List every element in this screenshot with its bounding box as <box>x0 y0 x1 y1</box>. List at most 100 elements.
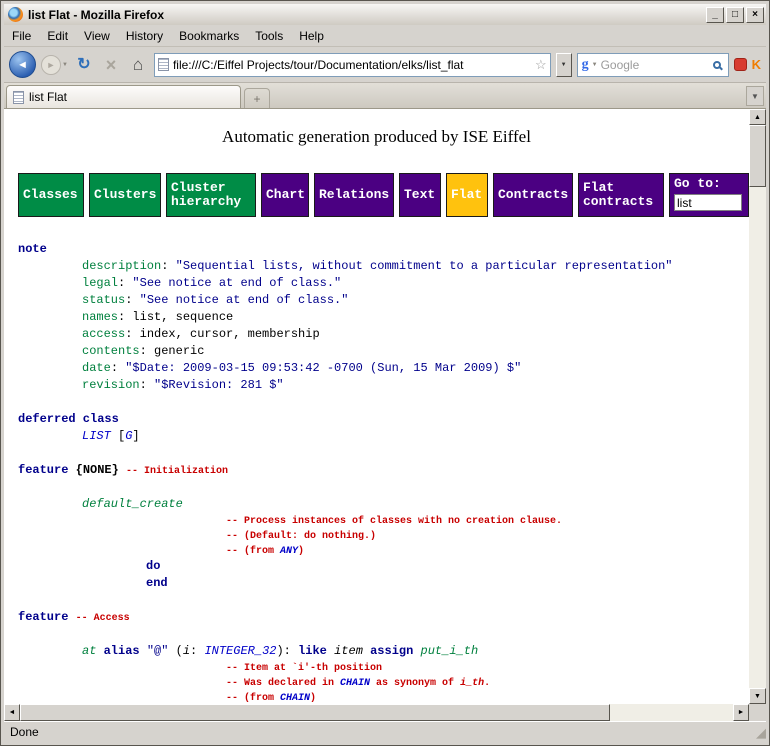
google-logo-icon: g <box>582 58 589 72</box>
back-icon: ◄ <box>17 59 28 71</box>
content-area: Automatic generation produced by ISE Eif… <box>4 109 766 704</box>
page-icon <box>158 58 169 71</box>
titlebar: list Flat - Mozilla Firefox _ □ × <box>4 4 766 25</box>
code-line: contents: generic <box>18 343 749 360</box>
doc-button-flat[interactable]: Flat <box>446 173 488 217</box>
eiffel-source: notedescription: "Sequential lists, with… <box>18 241 749 704</box>
url-dropdown-button[interactable]: ▼ <box>556 53 572 77</box>
scroll-right-button[interactable]: ► <box>733 704 749 721</box>
doc-button-cluster-hierarchy[interactable]: Cluster hierarchy <box>166 173 256 217</box>
code-line <box>18 445 749 462</box>
doc-button-classes[interactable]: Classes <box>18 173 84 217</box>
doc-button-chart[interactable]: Chart <box>261 173 309 217</box>
page-content: Automatic generation produced by ISE Eif… <box>4 109 749 704</box>
url-text[interactable]: file:///C:/Eiffel Projects/tour/Document… <box>173 58 531 72</box>
goto-input[interactable] <box>674 194 742 211</box>
close-button[interactable]: × <box>746 7 764 23</box>
minimize-button[interactable]: _ <box>706 7 724 23</box>
status-bar: Done ◢ <box>4 721 766 742</box>
menu-help[interactable]: Help <box>291 25 332 47</box>
new-tab-button[interactable]: + <box>244 88 270 108</box>
code-line <box>18 394 749 411</box>
code-line: description: "Sequential lists, without … <box>18 258 749 275</box>
forward-group: ► ▼ <box>41 55 68 75</box>
scroll-up-button[interactable]: ▲ <box>749 109 766 125</box>
tab-favicon <box>13 91 24 104</box>
code-line: default_create <box>18 496 749 513</box>
search-input[interactable]: Google <box>601 58 710 72</box>
code-line: legal: "See notice at end of class." <box>18 275 749 292</box>
vertical-scrollbar[interactable]: ▲ ▼ <box>749 109 766 704</box>
history-dropdown-icon[interactable]: ▼ <box>61 62 68 68</box>
doc-nav-buttons: ClassesClustersCluster hierarchyChartRel… <box>18 173 749 217</box>
code-line: status: "See notice at end of class." <box>18 292 749 309</box>
code-line: revision: "$Revision: 281 $" <box>18 377 749 394</box>
firefox-logo-icon <box>8 7 23 22</box>
menu-file[interactable]: File <box>4 25 39 47</box>
code-line: -- Item at `i'-th position <box>18 660 749 675</box>
code-line: note <box>18 241 749 258</box>
tab-label: list Flat <box>29 90 67 104</box>
code-line: -- Was declared in CHAIN as synonym of i… <box>18 675 749 690</box>
scroll-down-button[interactable]: ▼ <box>749 688 766 704</box>
tab-list-flat[interactable]: list Flat <box>6 85 241 108</box>
menu-view[interactable]: View <box>76 25 118 47</box>
code-line: feature {NONE} -- Initialization <box>18 462 749 479</box>
goto-label: Go to: <box>674 176 744 192</box>
forward-button[interactable]: ► <box>41 55 61 75</box>
doc-button-relations[interactable]: Relations <box>314 173 394 217</box>
horizontal-scrollbar[interactable]: ◄ ► <box>4 704 749 721</box>
code-line <box>18 479 749 496</box>
code-line: end <box>18 575 749 592</box>
url-bar[interactable]: file:///C:/Eiffel Projects/tour/Document… <box>154 53 551 77</box>
horizontal-scrollbar-thumb[interactable] <box>20 704 610 721</box>
menu-edit[interactable]: Edit <box>39 25 76 47</box>
scroll-left-button[interactable]: ◄ <box>4 704 20 721</box>
code-line <box>18 592 749 609</box>
code-line: feature -- Access <box>18 609 749 626</box>
search-box[interactable]: g ▼ Google <box>577 53 729 77</box>
scrollbar-corner <box>749 704 766 721</box>
refresh-button[interactable]: ↻ <box>73 54 95 76</box>
maximize-button[interactable]: □ <box>726 7 744 23</box>
firefox-window: list Flat - Mozilla Firefox _ □ × FileEd… <box>0 0 770 746</box>
code-line: -- (from ANY) <box>18 543 749 558</box>
doc-button-text[interactable]: Text <box>399 173 441 217</box>
addon-icon-k[interactable]: K <box>752 58 761 71</box>
tab-bar: list Flat + ▼ <box>4 83 766 109</box>
bookmark-star-icon[interactable]: ☆ <box>535 57 547 73</box>
addon-icon-red[interactable] <box>734 58 747 71</box>
menu-history[interactable]: History <box>118 25 171 47</box>
code-line: deferred class <box>18 411 749 428</box>
back-button[interactable]: ◄ <box>9 51 36 78</box>
stop-button[interactable]: × <box>100 54 122 76</box>
horizontal-scrollbar-row: ◄ ► <box>4 704 766 721</box>
status-text: Done <box>10 725 39 739</box>
code-line: access: index, cursor, membership <box>18 326 749 343</box>
page-heading: Automatic generation produced by ISE Eif… <box>18 127 735 147</box>
search-engine-dropdown-icon[interactable]: ▼ <box>592 62 598 68</box>
code-line: at alias "@" (i: INTEGER_32): like item … <box>18 643 749 660</box>
code-line <box>18 626 749 643</box>
doc-button-flat-contracts[interactable]: Flat contracts <box>578 173 664 217</box>
search-icon[interactable] <box>713 61 721 69</box>
list-all-tabs-button[interactable]: ▼ <box>746 86 764 106</box>
goto-cell: Go to: <box>669 173 749 217</box>
window-title: list Flat - Mozilla Firefox <box>28 8 701 22</box>
resize-grip[interactable]: ◢ <box>756 726 766 739</box>
code-line: -- (Default: do nothing.) <box>18 528 749 543</box>
vertical-scrollbar-track[interactable] <box>749 125 766 688</box>
code-line: do <box>18 558 749 575</box>
vertical-scrollbar-thumb[interactable] <box>749 125 766 187</box>
navigation-toolbar: ◄ ► ▼ ↻ × ⌂ file:///C:/Eiffel Projects/t… <box>4 47 766 83</box>
home-button[interactable]: ⌂ <box>127 54 149 76</box>
code-line: date: "$Date: 2009-03-15 09:53:42 -0700 … <box>18 360 749 377</box>
window-controls: _ □ × <box>706 7 764 23</box>
menu-bookmarks[interactable]: Bookmarks <box>171 25 247 47</box>
doc-button-contracts[interactable]: Contracts <box>493 173 573 217</box>
doc-button-clusters[interactable]: Clusters <box>89 173 161 217</box>
code-line: -- Process instances of classes with no … <box>18 513 749 528</box>
code-line: LIST [G] <box>18 428 749 445</box>
menu-tools[interactable]: Tools <box>247 25 291 47</box>
horizontal-scrollbar-track[interactable] <box>20 704 733 721</box>
